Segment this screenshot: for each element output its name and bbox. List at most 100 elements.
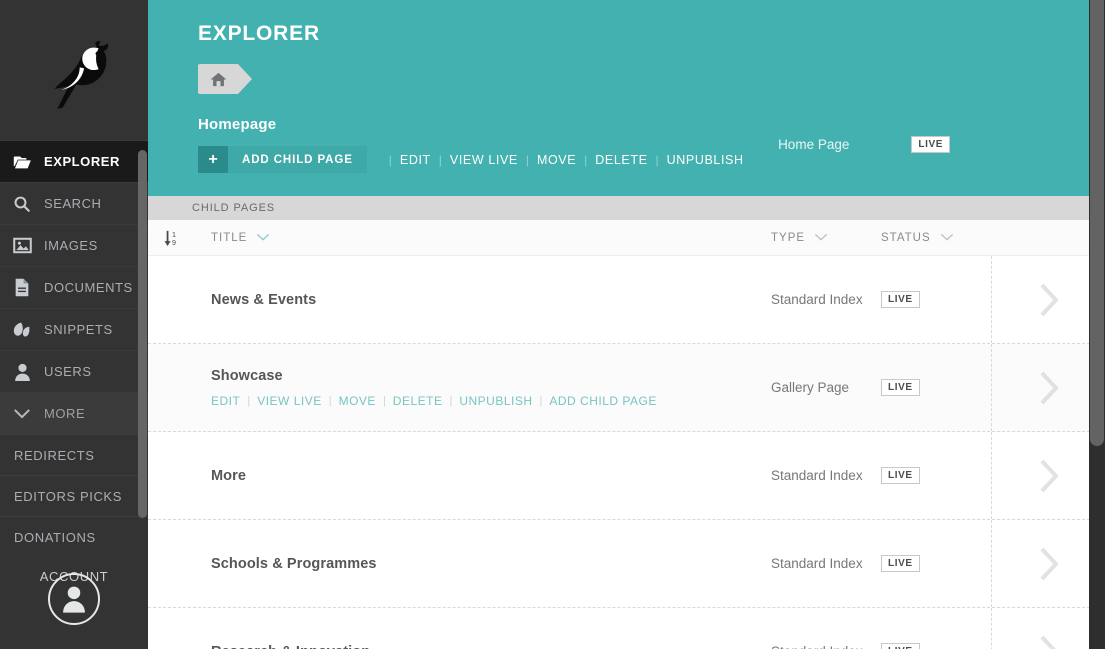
chevron-down-icon [940,232,954,244]
row-type-cell: Standard Index [771,292,863,307]
svg-text:1: 1 [172,231,176,239]
row-action-move[interactable]: MOVE [339,394,376,408]
row-sort-handle[interactable] [148,432,196,519]
header-action-move[interactable]: MOVE [537,153,576,167]
separator: | [655,152,659,167]
search-icon [0,183,44,225]
sidebar-subitem-label: REDIRECTS [14,447,95,463]
row-status-cell: LIVE [881,432,991,519]
row-title-cell: More [196,432,771,519]
page-title-link[interactable]: Showcase [211,368,771,384]
row-action-unpublish[interactable]: UNPUBLISH [459,394,532,408]
sidebar-item-images[interactable]: IMAGES [0,224,148,266]
sidebar-item-users[interactable]: USERS [0,350,148,392]
status-badge: LIVE [911,136,950,153]
separator: | [388,152,392,167]
page-title-link[interactable]: News & Events [211,292,771,308]
status-badge: LIVE [881,643,920,649]
separator: | [539,394,543,407]
row-action-view-live[interactable]: VIEW LIVE [257,394,322,408]
row-sort-handle[interactable] [148,256,196,343]
child-pages-label: CHILD PAGES [192,202,276,214]
sidebar-item-more[interactable]: MORE [0,392,148,434]
plus-icon: + [198,146,228,173]
folder-open-icon [0,141,44,183]
header-action-view-live[interactable]: VIEW LIVE [450,153,518,167]
sort-order-button[interactable]: 1 9 [148,229,196,247]
sidebar-item-donations[interactable]: DONATIONS [0,516,148,557]
row-action-edit[interactable]: EDIT [211,394,240,408]
wagtail-bird-logo-icon [54,40,109,109]
row-type-cell: Standard Index [771,468,863,483]
sidebar-item-search[interactable]: SEARCH [0,182,148,224]
main-content: EXPLORER Homepage + ADD CHILD PAGE | EDI… [148,0,1105,649]
sidebar-item-redirects[interactable]: REDIRECTS [0,434,148,475]
page-scrollbar-track[interactable] [1089,0,1105,649]
current-page-title: Homepage [198,116,277,133]
column-header-label: TITLE [211,231,248,244]
sidebar-scrollbar[interactable] [138,150,147,518]
page-scrollbar-thumb[interactable] [1090,0,1104,446]
row-sort-handle[interactable] [148,520,196,607]
snippet-leaf-icon [0,309,44,351]
header-page-meta: Home Page LIVE [778,136,950,153]
row-type-cell: Standard Index [771,608,881,649]
logo-area[interactable] [0,0,148,140]
row-title-cell: News & Events [196,256,771,343]
page-title-link[interactable]: More [211,468,771,484]
separator: | [449,394,453,407]
chevron-right-icon [1040,371,1059,404]
sidebar-item-explorer[interactable]: EXPLORER [0,140,148,182]
sort-ascending-1-9-icon: 1 9 [164,230,176,247]
row-status-cell: LIVE [881,256,991,343]
sidebar-item-label: EXPLORER [44,154,120,169]
row-status-cell: LIVE [881,608,991,649]
separator: | [584,152,588,167]
avatar[interactable] [48,573,100,625]
table-header-row: 1 9 TITLE TYPE STATUS [148,220,1105,256]
row-expand-button[interactable] [991,256,1105,343]
chevron-down-icon [814,232,828,244]
table-row[interactable]: Research & Innovation Standard Index LIV… [148,608,1105,649]
page-title-link[interactable]: Schools & Programmes [211,556,771,572]
header-actions: + ADD CHILD PAGE | EDIT | VIEW LIVE | MO… [198,146,1105,173]
chevron-right-icon [1040,283,1059,316]
row-sort-handle[interactable] [148,344,196,431]
account-section: ACCOUNT LOG OUT [0,557,148,649]
sidebar: EXPLORER SEARCH IMAGES DOCUMENTS SNIPPET… [0,0,148,649]
sidebar-item-label: MORE [44,406,86,421]
header-action-unpublish[interactable]: UNPUBLISH [667,153,744,167]
row-action-add-child-page[interactable]: ADD CHILD PAGE [549,394,656,408]
separator: | [438,152,442,167]
user-avatar-icon [63,586,85,613]
sidebar-item-documents[interactable]: DOCUMENTS [0,266,148,308]
header-action-edit[interactable]: EDIT [400,153,431,167]
row-expand-button[interactable] [991,608,1105,649]
header-action-links: | EDIT | VIEW LIVE | MOVE | DELETE | UNP… [381,153,744,167]
sidebar-item-label: IMAGES [44,238,98,253]
row-action-delete[interactable]: DELETE [393,394,443,408]
header-action-delete[interactable]: DELETE [595,153,647,167]
row-expand-button[interactable] [991,432,1105,519]
table-row[interactable]: News & Events Standard Index LIVE [148,256,1105,344]
column-header-label: TYPE [771,231,806,244]
status-badge: LIVE [881,379,920,396]
page-title-link[interactable]: Research & Innovation [211,644,771,649]
row-sort-handle[interactable] [148,608,196,649]
user-icon [0,351,44,393]
sidebar-item-editors-picks[interactable]: EDITORS PICKS [0,475,148,516]
table-row[interactable]: Showcase EDIT | VIEW LIVE | MOVE | DELET… [148,344,1105,432]
breadcrumb [198,64,1105,94]
sidebar-item-snippets[interactable]: SNIPPETS [0,308,148,350]
row-expand-button[interactable] [991,520,1105,607]
chevron-right-icon [1040,635,1056,649]
breadcrumb-home[interactable] [198,64,252,94]
chevron-right-icon [1040,547,1059,580]
column-header-title[interactable]: TITLE [196,232,771,244]
table-row[interactable]: Schools & Programmes Standard Index LIVE [148,520,1105,608]
table-row[interactable]: More Standard Index LIVE [148,432,1105,520]
column-header-status[interactable]: STATUS [881,232,991,244]
column-header-type[interactable]: TYPE [771,232,881,244]
add-child-page-button[interactable]: + ADD CHILD PAGE [198,146,367,173]
row-expand-button[interactable] [991,344,1105,431]
